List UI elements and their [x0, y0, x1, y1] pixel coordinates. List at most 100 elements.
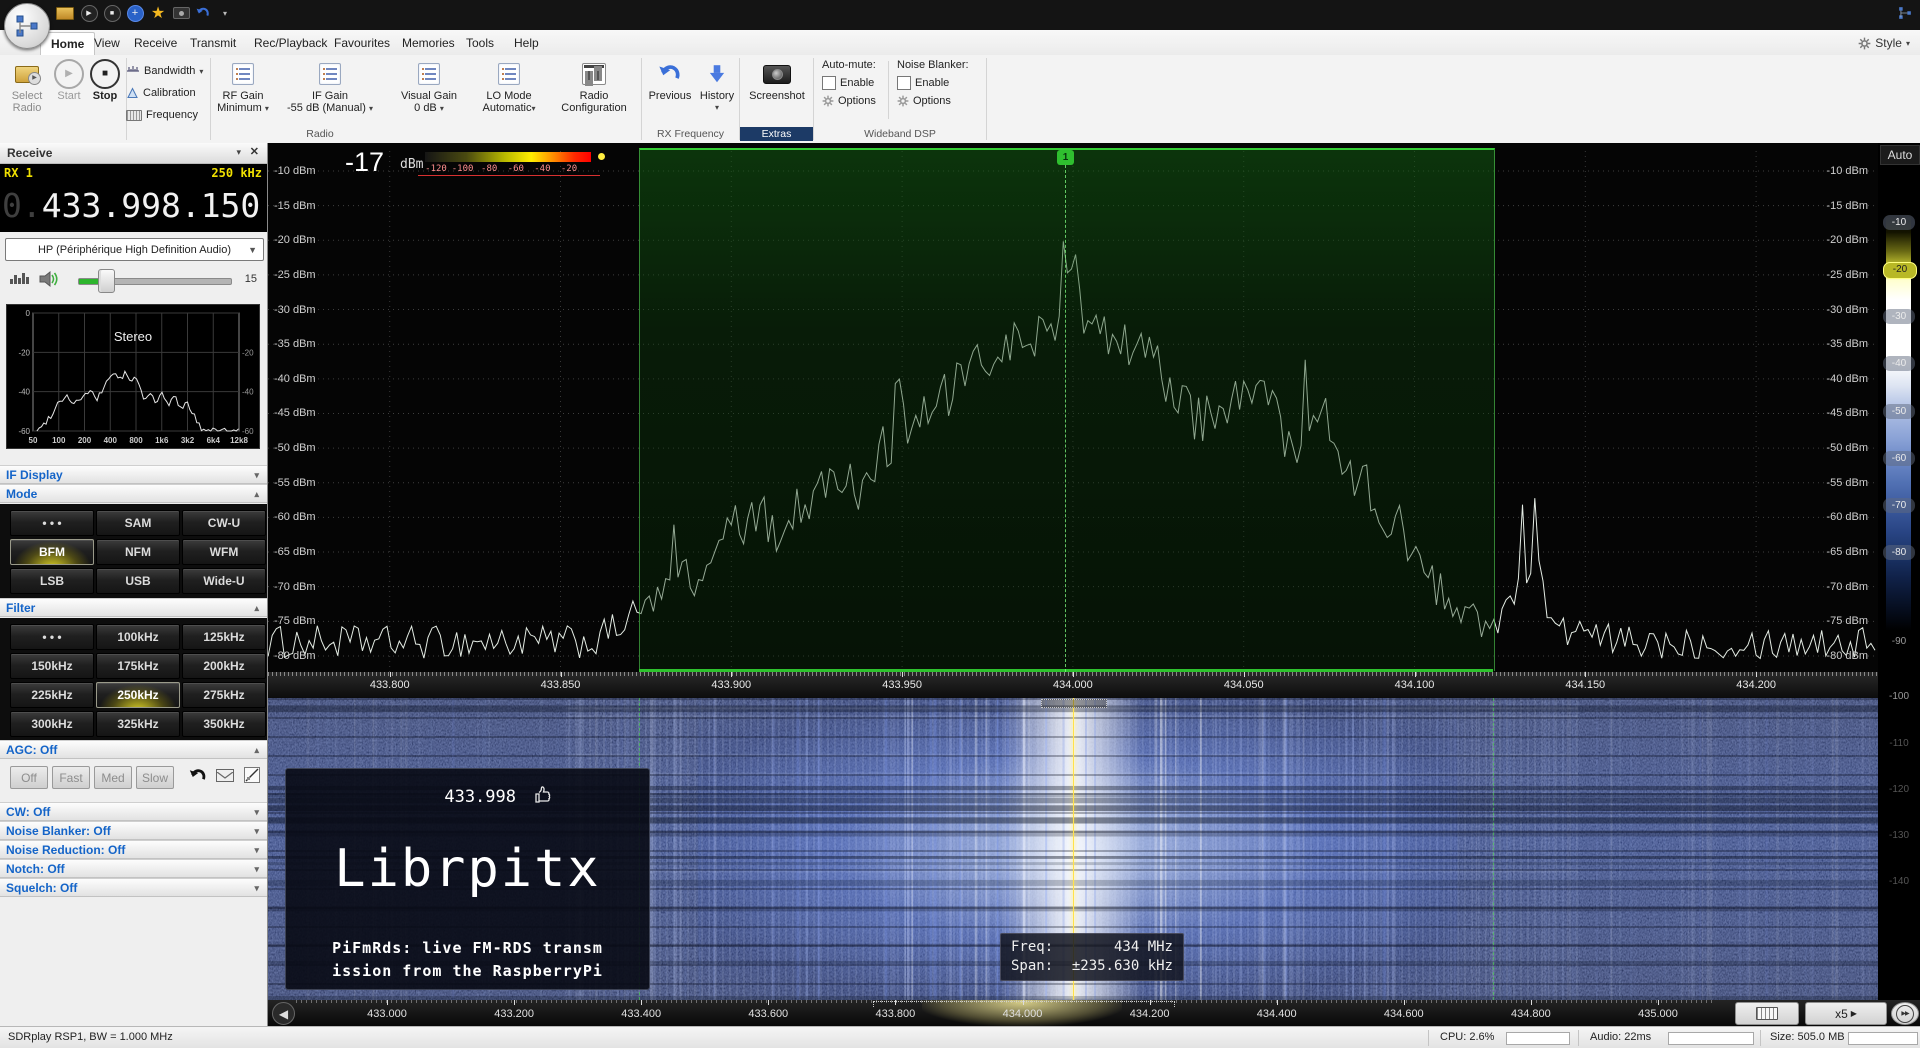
tab-help[interactable]: Help — [504, 32, 549, 54]
noise-blanker-options-button[interactable]: Options — [897, 95, 977, 107]
undo-icon[interactable] — [194, 4, 212, 22]
section-mode[interactable]: Mode▴ — [0, 484, 267, 503]
tab-tools[interactable]: Tools — [456, 32, 504, 54]
auto-mute-enable-checkbox[interactable]: Enable — [822, 76, 892, 90]
mode-button-wfm[interactable]: WFM — [182, 539, 266, 565]
agc-graph-icon[interactable] — [244, 767, 260, 783]
mode-button-usb[interactable]: USB — [96, 568, 180, 594]
play-icon[interactable]: ▶ — [80, 4, 98, 22]
filter-button-200khz[interactable]: 200kHz — [182, 653, 266, 679]
waterfall-palette-scale[interactable]: Auto -10-20-30-40-50-60-70-80-90-100-110… — [1878, 143, 1920, 1000]
section-notch[interactable]: Notch: Off▾ — [0, 859, 267, 878]
agc-undo-icon[interactable] — [188, 766, 208, 791]
volume-slider-thumb[interactable] — [98, 269, 115, 293]
zoom-factor-button[interactable]: x5 ▶ — [1805, 1002, 1887, 1025]
screenshot-button[interactable]: Screenshot — [744, 57, 810, 127]
camera-icon[interactable] — [172, 4, 190, 22]
frequency-lcd[interactable]: RX 1 250 kHz 0.433.998.150 — [0, 164, 267, 232]
palette-chip-m20[interactable]: -20 — [1883, 262, 1917, 279]
noise-blanker-enable-checkbox[interactable]: Enable — [897, 76, 977, 90]
continuum-toggle-button[interactable]: ▶▶ — [1891, 1002, 1919, 1025]
envelope-icon[interactable] — [216, 769, 234, 782]
section-noise-reduction[interactable]: Noise Reduction: Off▾ — [0, 840, 267, 859]
open-folder-icon[interactable] — [56, 4, 74, 22]
palette-chip-m60[interactable]: -60 — [1883, 451, 1915, 466]
filter-button-325khz[interactable]: 325kHz — [96, 711, 180, 737]
mode-button-sam[interactable]: SAM — [96, 510, 180, 536]
mode-button-cwu[interactable]: CW-U — [182, 510, 266, 536]
palette-chip-m50[interactable]: -50 — [1883, 404, 1915, 419]
section-if-display[interactable]: IF Display▾ — [0, 465, 267, 484]
filter-button-100khz[interactable]: 100kHz — [96, 624, 180, 650]
current-view-bracket[interactable] — [873, 1001, 1175, 1007]
receive-panel-header[interactable]: Receive ▾ ✕ — [0, 143, 267, 164]
frequency-readout[interactable]: 0.433.998.150 — [2, 186, 260, 225]
filter-button-150khz[interactable]: 150kHz — [10, 653, 94, 679]
bandwidth-button[interactable]: Bandwidth▾ — [126, 61, 226, 81]
section-filter[interactable]: Filter▴ — [0, 598, 267, 617]
levels-icon[interactable] — [10, 273, 29, 284]
section-noise-blanker[interactable]: Noise Blanker: Off▾ — [0, 821, 267, 840]
palette-chip-m80[interactable]: -80 — [1883, 545, 1915, 560]
rx-filter-region[interactable] — [639, 148, 1495, 671]
tab-view[interactable]: View — [84, 32, 130, 54]
palette-chip-m10[interactable]: -10 — [1883, 215, 1915, 230]
previous-button[interactable]: Previous — [646, 57, 694, 127]
select-radio-button[interactable]: ▶ Select Radio — [4, 57, 50, 127]
palette-auto-button[interactable]: Auto — [1880, 145, 1920, 165]
mode-button-lsb[interactable]: LSB — [10, 568, 94, 594]
history-button[interactable]: History ▾ — [696, 57, 738, 127]
add-icon[interactable]: + — [126, 4, 144, 22]
mode-button-bfm[interactable]: BFM — [10, 539, 94, 565]
radio-configuration-button[interactable]: Radio Configuration — [552, 57, 636, 127]
panel-close-icon[interactable]: ✕ — [250, 145, 259, 158]
if-gain-button[interactable]: IF Gain -55 dB (Manual) ▾ — [278, 57, 382, 127]
waterfall-display[interactable]: 433.998 Librpitx PiFmRds: live FM-RDS tr… — [268, 698, 1878, 1000]
mode-button-[interactable]: • • • — [10, 510, 94, 536]
palette-chip-m70[interactable]: -70 — [1883, 498, 1915, 513]
filter-button-125khz[interactable]: 125kHz — [182, 624, 266, 650]
audio-spectrum-display[interactable]: 0-20-40-60-20-40-60501002004008001k63k26… — [6, 304, 260, 449]
mode-button-nfm[interactable]: NFM — [96, 539, 180, 565]
filter-button-225khz[interactable]: 225kHz — [10, 682, 94, 708]
filter-button-300khz[interactable]: 300kHz — [10, 711, 94, 737]
agc-button-fast[interactable]: Fast — [52, 766, 90, 789]
style-menu[interactable]: Style ▾ — [1858, 33, 1910, 53]
palette-chip-m40[interactable]: -40 — [1883, 356, 1915, 371]
center-frequency-handle[interactable] — [1041, 699, 1107, 708]
auto-mute-options-button[interactable]: Options — [822, 95, 892, 107]
agc-button-slow[interactable]: Slow — [136, 766, 174, 789]
mode-button-wideu[interactable]: Wide-U — [182, 568, 266, 594]
section-agc[interactable]: AGC: Off▴ — [0, 740, 267, 759]
panel-collapse-icon[interactable]: ▾ — [236, 147, 241, 158]
frequency-button[interactable]: Frequency — [126, 105, 226, 125]
spectrum-frequency-scale[interactable]: 433.800433.850433.900433.950434.000434.0… — [268, 672, 1878, 698]
section-cw[interactable]: CW: Off▾ — [0, 802, 267, 821]
tab-favourites[interactable]: Favourites — [324, 32, 400, 54]
application-menu-button[interactable] — [4, 3, 50, 49]
favourites-star-icon[interactable]: ★ — [149, 4, 167, 22]
agc-button-med[interactable]: Med — [94, 766, 132, 789]
tab-receive[interactable]: Receive — [124, 32, 187, 54]
palette-gradient-bar[interactable] — [425, 152, 591, 162]
filter-button-[interactable]: • • • — [10, 624, 94, 650]
quick-access-more-icon[interactable]: ▾ — [216, 4, 234, 22]
agc-button-off[interactable]: Off — [10, 766, 48, 789]
calibration-button[interactable]: Calibration — [126, 83, 226, 103]
rf-gain-button[interactable]: RF Gain Minimum ▾ — [214, 57, 272, 127]
speaker-icon[interactable] — [38, 269, 60, 294]
stop-icon[interactable]: ■ — [103, 4, 121, 22]
filter-button-175khz[interactable]: 175kHz — [96, 653, 180, 679]
tab-transmit[interactable]: Transmit — [180, 32, 246, 54]
thumbs-up-icon[interactable] — [534, 785, 554, 809]
start-button[interactable]: ▶ Start — [52, 57, 86, 127]
stop-button[interactable]: ■ Stop — [88, 57, 122, 127]
palette-chip-m30[interactable]: -30 — [1883, 309, 1915, 324]
filter-button-275khz[interactable]: 275kHz — [182, 682, 266, 708]
filter-button-250khz[interactable]: 250kHz — [96, 682, 180, 708]
lo-mode-button[interactable]: LO Mode Automatic▾ — [476, 57, 542, 127]
filter-button-350khz[interactable]: 350kHz — [182, 711, 266, 737]
visual-gain-button[interactable]: Visual Gain 0 dB ▾ — [392, 57, 466, 127]
audio-device-select[interactable]: HP (Périphérique High Definition Audio) … — [5, 238, 264, 261]
rx-marker-flag[interactable]: 1 — [1057, 150, 1074, 165]
